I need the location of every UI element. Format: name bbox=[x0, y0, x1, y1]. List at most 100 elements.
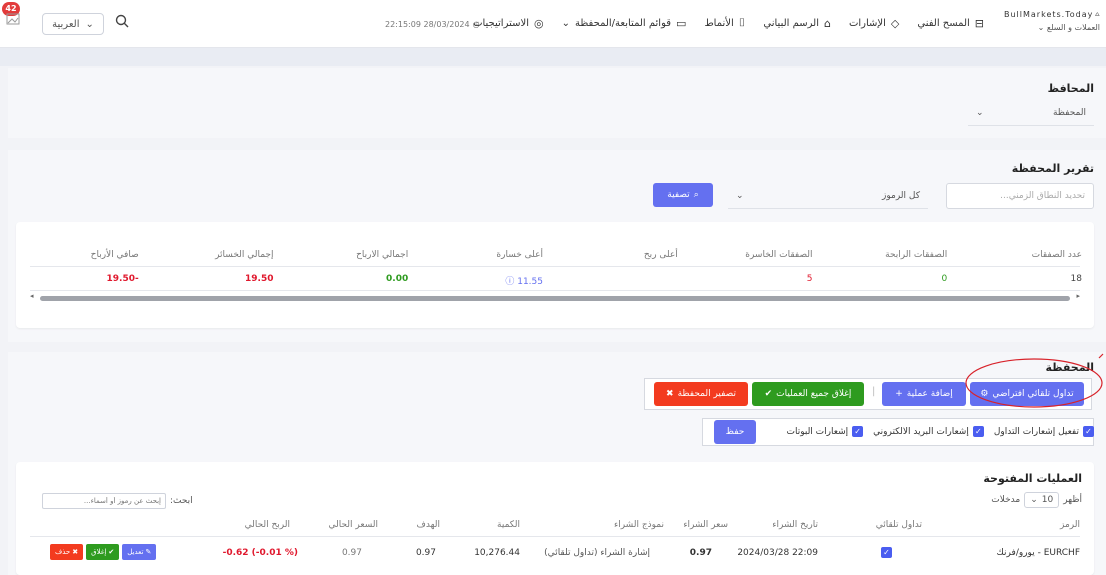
email-notifications-check[interactable]: ✓ إشعارات البريد الالكتروني bbox=[873, 426, 984, 437]
scroll-right-icon[interactable]: ▸ bbox=[1076, 292, 1080, 300]
scrollbar-thumb[interactable] bbox=[40, 296, 1070, 301]
table-search: ابحث: bbox=[42, 493, 193, 509]
check-icon: ✔ bbox=[108, 548, 115, 556]
report-card: عدد الصفقات الصفقات الرابحة الصفقات الخا… bbox=[16, 222, 1094, 328]
menu-label: قوائم المتابعة/المحفظة bbox=[574, 17, 672, 29]
filter-button[interactable]: ⌕ تصفية bbox=[653, 183, 713, 207]
trade-notifications-check[interactable]: ✓ تفعيل إشعارات التداول bbox=[994, 426, 1094, 437]
symbols-select[interactable]: كل الرموز ⌄ bbox=[728, 183, 928, 209]
search-label: ابحث: bbox=[170, 496, 193, 506]
close-trade-button[interactable]: ✔ إغلاق bbox=[86, 544, 120, 560]
edit-button[interactable]: ✎ تعديل bbox=[122, 544, 157, 560]
row-buy-price: 0.97 bbox=[689, 548, 712, 558]
report-header: الصفقات الرابحة bbox=[885, 250, 948, 260]
winning-trades-value: 0 bbox=[941, 274, 948, 284]
chevron-down-icon: ⌄ bbox=[561, 17, 570, 29]
brand-sub: العملات و السلع bbox=[1046, 23, 1100, 32]
row-buy-model: إشارة الشراء (تداول تلقائي) bbox=[544, 548, 650, 558]
divider bbox=[30, 290, 1080, 291]
checkbox-checked-icon: ✓ bbox=[1083, 426, 1094, 437]
save-button[interactable]: حفظ bbox=[714, 420, 756, 444]
page-size-control: أظهر 10 ⌄ مدخلات bbox=[991, 492, 1082, 508]
close-trade-label: إغلاق bbox=[91, 548, 107, 556]
search-icon[interactable] bbox=[115, 14, 129, 32]
menu-item-watchlists[interactable]: ▭ قوائم المتابعة/المحفظة ⌄ bbox=[562, 16, 687, 30]
report-header: إجمالي الخسائر bbox=[215, 250, 274, 260]
clock-time: 22:15:09 28/03/2024 bbox=[385, 20, 470, 29]
page-size-select[interactable]: 10 ⌄ bbox=[1024, 492, 1060, 508]
show-label: أظهر bbox=[1063, 495, 1082, 505]
chevron-down-icon: ⌄ bbox=[976, 107, 984, 118]
chevron-down-icon: ⌄ bbox=[85, 18, 94, 30]
open-trades-card: العمليات المفتوحة أظهر 10 ⌄ مدخلات ابحث: … bbox=[16, 462, 1094, 575]
filter-button-label: تصفية bbox=[667, 190, 690, 200]
reset-portfolio-button[interactable]: تصفير المحفظة ✖ bbox=[654, 382, 748, 406]
scan-icon: ⊟ bbox=[974, 16, 984, 30]
close-icon: ✖ bbox=[72, 548, 79, 556]
search-icon: ⌕ bbox=[693, 190, 699, 200]
total-profits-value: 0.00 bbox=[386, 274, 409, 284]
delete-button[interactable]: ✖ حذف bbox=[50, 544, 84, 560]
add-operation-button[interactable]: إضافة عملية + bbox=[882, 382, 966, 406]
strategies-icon: ◎ bbox=[533, 16, 544, 30]
date-range-input[interactable]: تحديد النطاق الزمني... bbox=[946, 183, 1094, 209]
main-menu: ⊟ المسح الفني ◇ الإشارات ⌂ الرسم البياني ⌷ ا… bbox=[473, 16, 984, 30]
reset-portfolio-label: تصفير المحفظة bbox=[677, 389, 736, 399]
menu-label: الرسم البياني bbox=[763, 17, 819, 29]
chevron-down-icon: ⌄ bbox=[736, 190, 744, 201]
chevron-down-icon: ⌄ bbox=[1037, 23, 1045, 32]
row-current-price: 0.97 bbox=[341, 548, 362, 558]
open-trades-title: العمليات المفتوحة bbox=[983, 472, 1082, 485]
col-quantity[interactable]: الكمية bbox=[497, 520, 520, 530]
report-header-row: عدد الصفقات الصفقات الرابحة الصفقات الخا… bbox=[16, 250, 1094, 260]
scroll-left-icon[interactable]: ◂ bbox=[30, 292, 34, 300]
signals-icon: ◇ bbox=[890, 16, 900, 30]
patterns-icon: ⌷ bbox=[738, 16, 746, 29]
symbols-select-value: كل الرموز bbox=[882, 190, 920, 201]
divider: | bbox=[872, 386, 876, 397]
close-icon: ✖ bbox=[666, 389, 674, 399]
table-row: EURCHF - يورو/فرنك ✓ 22:09 2024/03/28 0.… bbox=[30, 544, 1080, 564]
row-symbol[interactable]: EURCHF - يورو/فرنك bbox=[996, 548, 1080, 558]
check-label: تفعيل إشعارات التداول bbox=[993, 426, 1079, 437]
losing-trades-value: 5 bbox=[806, 274, 813, 284]
row-actions: ✎ تعديل ✔ إغلاق ✖ حذف bbox=[50, 544, 157, 560]
report-header: صافي الأرباح bbox=[90, 250, 139, 260]
col-auto-trade[interactable]: تداول تلقائي bbox=[876, 520, 922, 530]
avatar[interactable] bbox=[4, 10, 22, 28]
col-buy-model[interactable]: نموذج الشراء bbox=[614, 520, 664, 530]
language-select[interactable]: ⌄ العربية bbox=[42, 13, 104, 35]
close-all-button[interactable]: إغلاق جميع العمليات ✔ bbox=[752, 382, 864, 406]
horizontal-scrollbar[interactable]: ◂ ▸ bbox=[30, 292, 1080, 302]
col-target[interactable]: الهدف bbox=[417, 520, 440, 530]
menu-item-chart[interactable]: ⌂ الرسم البياني bbox=[763, 16, 831, 30]
menu-label: الاستراتيجيات bbox=[473, 17, 529, 29]
col-symbol[interactable]: الرمز bbox=[1060, 520, 1080, 530]
col-current-profit[interactable]: الربح الحالي bbox=[245, 520, 290, 530]
col-buy-date[interactable]: تاريخ الشراء bbox=[772, 520, 818, 530]
checkbox-checked-icon: ✓ bbox=[972, 426, 984, 437]
chart-icon: ⌂ bbox=[823, 16, 831, 30]
menu-item-patterns[interactable]: ⌷ الأنماط bbox=[704, 16, 745, 30]
bot-notifications-check[interactable]: ✓ إشعارات البوتات bbox=[786, 426, 864, 437]
report-header: عدد الصفقات bbox=[1031, 250, 1082, 260]
portfolio-section: المحفظة تداول تلقائي افتراضي ⚙ إضافة عملي… bbox=[8, 352, 1106, 575]
navbar-shadow-bar bbox=[0, 48, 1106, 66]
divider bbox=[30, 536, 1080, 537]
brand-name: BullMarkets.Today bbox=[1004, 9, 1094, 19]
report-header: أعلى خسارة bbox=[496, 250, 543, 260]
menu-item-signals[interactable]: ◇ الإشارات bbox=[849, 16, 899, 30]
col-buy-price[interactable]: سعر الشراء bbox=[683, 520, 728, 530]
clock: 22:15:09 28/03/2024 ◷ bbox=[385, 20, 480, 29]
info-icon: ⓘ bbox=[505, 277, 518, 287]
report-value-row: 18 0 5 ⓘ 11.55 0.00 19.50 -19.50 bbox=[16, 274, 1094, 287]
table-search-input[interactable] bbox=[42, 493, 166, 509]
row-auto-trade-check[interactable]: ✓ bbox=[881, 547, 892, 558]
brand-logo[interactable]: BullMarkets.Today العملات و السلع ⌄ bbox=[1004, 9, 1100, 32]
report-title: تقرير المحفظة bbox=[1011, 162, 1094, 175]
menu-item-technical-scan[interactable]: ⊟ المسح الفني bbox=[917, 16, 984, 30]
open-trades-header: الرمز تداول تلقائي تاريخ الشراء سعر الشر… bbox=[30, 520, 1080, 536]
col-current-price[interactable]: السعر الحالي bbox=[329, 520, 378, 530]
menu-item-strategies[interactable]: ◎ الاستراتيجيات bbox=[473, 16, 544, 30]
portfolio-select[interactable]: المحفظة ⌄ bbox=[968, 100, 1094, 126]
